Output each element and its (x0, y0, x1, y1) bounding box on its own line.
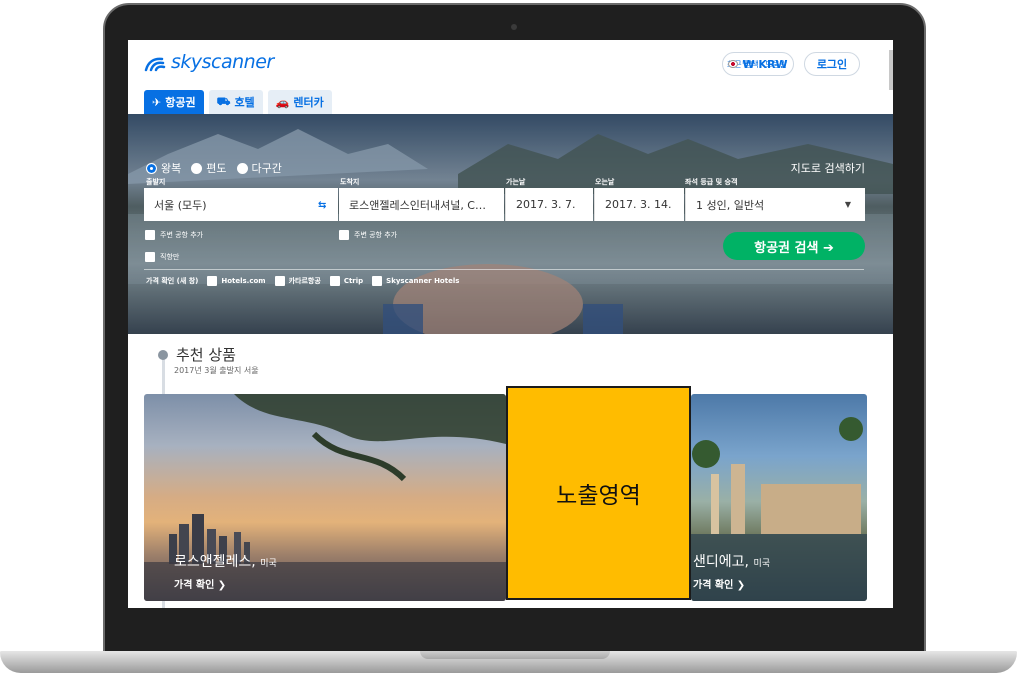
checkbox-icon (145, 230, 155, 240)
trip-multicity-label: 다구간 (251, 162, 282, 175)
from-label: 출발지 (146, 178, 166, 186)
car-icon: 🚗 (275, 95, 290, 109)
return-date-input[interactable]: 2017. 3. 14. (594, 188, 684, 221)
price-compare-row: 가격 확인 (새 창) Hotels.com 카타르항공 Ctrip Skysc… (146, 276, 459, 286)
qatar-checkbox[interactable] (274, 276, 285, 286)
trip-roundtrip-radio[interactable]: 왕복 (146, 160, 181, 176)
hotelscom-label: Hotels.com (221, 277, 266, 285)
laptop-notch (420, 651, 610, 659)
map-search-link[interactable]: 지도로 검색하기 (791, 160, 865, 176)
destination-card-sd[interactable]: 샌디에고, 미국 가격 확인 ❯ (691, 394, 867, 601)
scrollbar[interactable] (889, 50, 893, 90)
price-check-label: 가격 확인 (새 창) (146, 277, 199, 285)
bed-icon: ⛟ (216, 94, 231, 108)
swap-icon[interactable]: ⇆ (318, 200, 332, 211)
trip-type-options: 왕복 편도 다구간 (146, 160, 282, 176)
dropdown-arrow-icon: ▼ (844, 200, 851, 209)
checkbox-icon (339, 230, 349, 240)
checkbox-icon (145, 252, 155, 262)
flight-search-hero: 왕복 편도 다구간 지도로 검색하기 출발지 도착지 가는날 오는날 좌석 등급… (128, 114, 893, 334)
sd-city: 샌디에고, (693, 554, 749, 570)
camera-icon (511, 24, 517, 30)
cabin-label: 좌석 등급 및 승객 (685, 178, 738, 186)
nearby-from-label: 주변 공항 추가 (160, 231, 204, 239)
tab-flights-label: 항공권 (165, 96, 196, 109)
skyscanner-logo-icon (144, 57, 166, 72)
hotelscom-checkbox[interactable] (207, 276, 218, 286)
cabin-select[interactable]: 1 성인, 일반석 ▼ (685, 188, 865, 221)
ctrip-label: Ctrip (343, 277, 364, 285)
radio-selected-icon (146, 162, 157, 174)
sd-card-title: 샌디에고, 미국 (693, 551, 770, 571)
la-city: 로스앤젤레스, (174, 554, 256, 570)
direct-only-label: 직항만 (160, 253, 180, 261)
tab-flights[interactable]: ✈ 항공권 (144, 90, 204, 114)
nearby-from-checkbox[interactable]: 주변 공항 추가 (145, 230, 203, 240)
timeline-dot (158, 350, 168, 360)
depart-date-input[interactable]: 2017. 3. 7. (505, 188, 593, 221)
korea-flag-icon (728, 60, 739, 68)
product-tabs: ✈ 항공권 ⛟ 호텔 🚗 렌터카 (144, 90, 332, 114)
depart-label: 가는날 (506, 178, 526, 186)
skyscanner-hotels-checkbox[interactable] (372, 276, 383, 286)
la-country: 미국 (260, 559, 277, 569)
login-button[interactable]: 로그인 (804, 52, 860, 76)
hero-divider (144, 269, 864, 270)
sd-price-link[interactable]: 가격 확인 ❯ (693, 576, 745, 591)
sd-country: 미국 (753, 559, 770, 569)
plane-icon: ✈ (152, 95, 162, 109)
recommended-title: 추천 상품 (176, 346, 236, 364)
recommended-subtitle: 2017년 3월 출발지 서울 (174, 366, 259, 375)
destination-card-la[interactable]: 로스앤젤레스, 미국 가격 확인 ❯ (144, 394, 506, 601)
top-bar: skyscanner 최근 검색 도움말 ₩ KRW 로그인 (128, 40, 893, 90)
to-input[interactable]: 로스앤젤레스인터내셔널, C… (339, 188, 504, 221)
tab-hotels-label: 호텔 (234, 96, 255, 109)
ctrip-checkbox[interactable] (329, 276, 340, 286)
trip-oneway-label: 편도 (206, 162, 227, 175)
return-label: 오는날 (595, 178, 615, 186)
currency-label: ₩ KRW (742, 57, 788, 71)
hero-overlay (128, 114, 893, 334)
la-price-link[interactable]: 가격 확인 ❯ (174, 576, 226, 591)
qatar-label: 카타르항공 (288, 277, 321, 285)
nearby-to-label: 주변 공항 추가 (354, 231, 398, 239)
ad-placement-area: 노출영역 (506, 386, 691, 600)
cabin-value: 1 성인, 일반석 (696, 198, 765, 212)
brand-name: skyscanner (171, 51, 274, 73)
direct-only-checkbox[interactable]: 직항만 (145, 252, 179, 262)
trip-multicity-radio[interactable]: 다구간 (236, 160, 282, 176)
currency-button[interactable]: ₩ KRW (722, 52, 794, 76)
skyscanner-logo[interactable]: skyscanner (144, 51, 274, 73)
browser-screen: skyscanner 최근 검색 도움말 ₩ KRW 로그인 ✈ 항공권 ⛟ 호… (128, 40, 893, 608)
tab-car-label: 렌터카 (293, 96, 324, 109)
tab-hotels[interactable]: ⛟ 호텔 (208, 90, 263, 114)
flight-search-button[interactable]: 항공권 검색 ➔ (723, 232, 865, 260)
tab-car-hire[interactable]: 🚗 렌터카 (267, 90, 332, 114)
nearby-to-checkbox[interactable]: 주변 공항 추가 (339, 230, 397, 240)
skyscanner-hotels-label: Skyscanner Hotels (386, 277, 460, 285)
from-input[interactable]: 서울 (모두) (144, 188, 338, 221)
la-card-title: 로스앤젤레스, 미국 (174, 551, 277, 571)
radio-icon (236, 162, 248, 174)
trip-oneway-radio[interactable]: 편도 (191, 160, 227, 176)
radio-icon (191, 162, 203, 174)
to-label: 도착지 (340, 178, 360, 186)
trip-roundtrip-label: 왕복 (161, 162, 182, 175)
laptop-mockup: skyscanner 최근 검색 도움말 ₩ KRW 로그인 ✈ 항공권 ⛟ 호… (0, 0, 1017, 676)
